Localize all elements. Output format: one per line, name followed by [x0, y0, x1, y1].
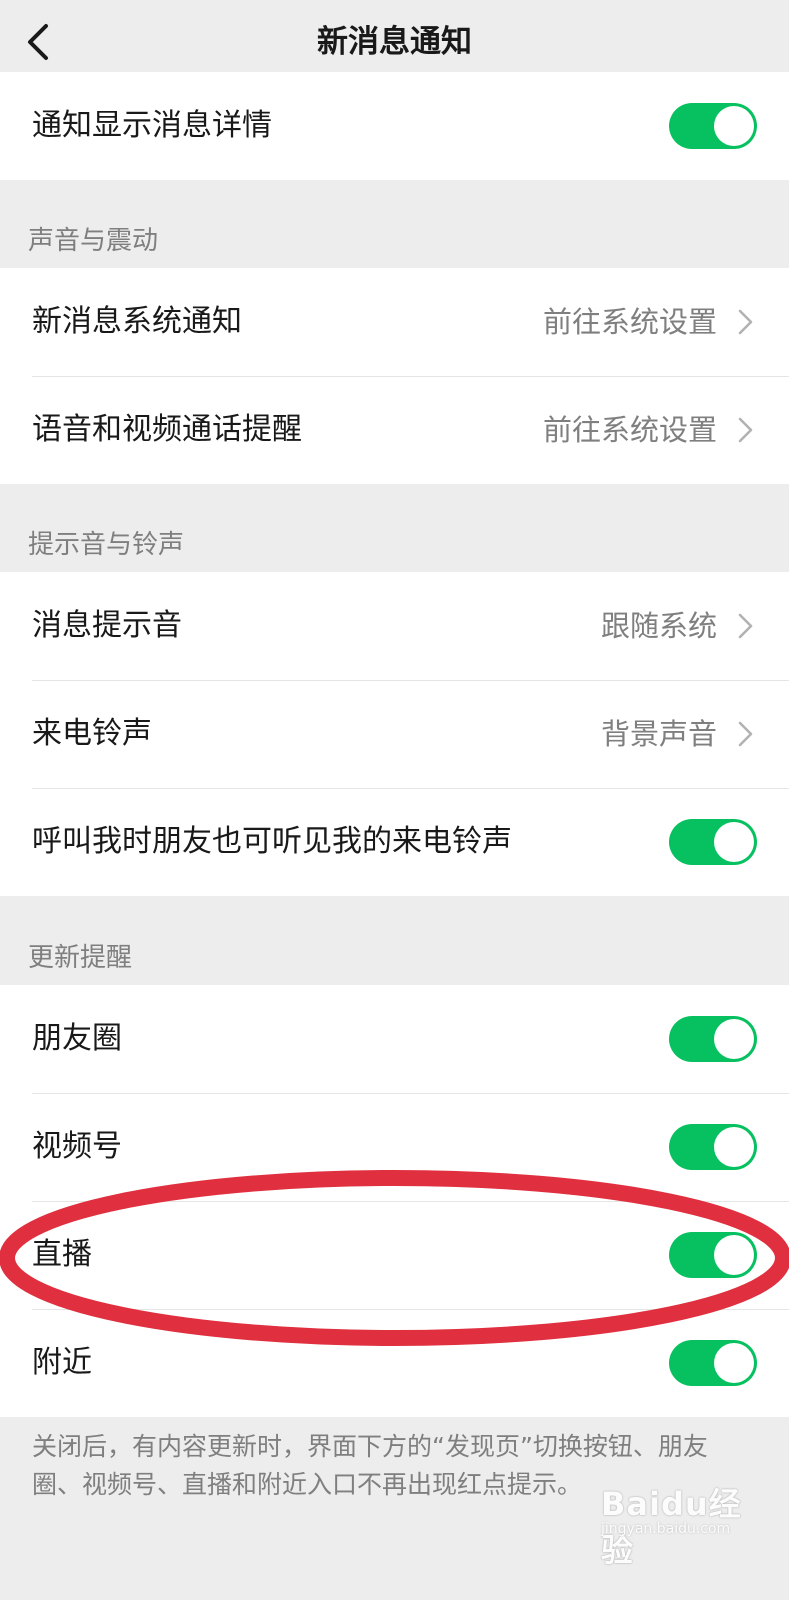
live-toggle[interactable] — [669, 1232, 757, 1278]
list-item-ringback: 呼叫我时朋友也可听见我的来电铃声 — [0, 788, 789, 896]
watermark-url: jingyan.baidu.com — [601, 1521, 731, 1537]
row-label: 附近 — [32, 1345, 92, 1380]
row-label: 语音和视频通话提醒 — [32, 412, 302, 447]
list-item-channels: 视频号 — [0, 1093, 789, 1201]
show-details-row: 通知显示消息详情 — [0, 72, 789, 180]
toggle-knob — [714, 1235, 754, 1275]
row-label: 呼叫我时朋友也可听见我的来电铃声 — [32, 824, 512, 859]
list-item-live: 直播 — [0, 1201, 789, 1309]
row-label: 来电铃声 — [32, 716, 152, 751]
row-label: 视频号 — [32, 1129, 122, 1164]
toggle-knob — [714, 822, 754, 862]
ringback-toggle[interactable] — [669, 819, 757, 865]
toggle-knob — [714, 1127, 754, 1167]
sound-vibration-card: 新消息系统通知 前往系统设置 语音和视频通话提醒 前往系统设置 — [0, 268, 789, 484]
toggle-knob — [714, 1343, 754, 1383]
show-details-card: 通知显示消息详情 — [0, 72, 789, 180]
moments-toggle[interactable] — [669, 1016, 757, 1062]
row-value: 前往系统设置 — [542, 305, 717, 339]
nearby-toggle[interactable] — [669, 1340, 757, 1386]
row-label: 消息提示音 — [32, 608, 182, 643]
list-item-ringtone[interactable]: 来电铃声 背景声音 — [0, 680, 789, 788]
chevron-right-icon — [738, 613, 753, 639]
show-details-label: 通知显示消息详情 — [32, 108, 272, 143]
ringtones-card: 消息提示音 跟随系统 来电铃声 背景声音 呼叫我时朋友也可听见我的来电铃声 — [0, 572, 789, 896]
list-item-nearby: 附近 — [0, 1309, 789, 1417]
section-header-ringtones: 提示音与铃声 — [28, 530, 185, 560]
section-header-update-reminders: 更新提醒 — [28, 943, 133, 973]
update-reminders-card: 朋友圈 视频号 直播 附近 — [0, 985, 789, 1417]
list-item-message-tone[interactable]: 消息提示音 跟随系统 — [0, 572, 789, 680]
chevron-right-icon — [738, 721, 753, 747]
list-item-system-notification[interactable]: 新消息系统通知 前往系统设置 — [0, 268, 789, 376]
toggle-knob — [714, 1019, 754, 1059]
section-header-sound-vibration: 声音与震动 — [28, 226, 159, 256]
toggle-knob — [714, 106, 754, 146]
row-value: 前往系统设置 — [542, 413, 717, 447]
chevron-right-icon — [738, 417, 753, 443]
channels-toggle[interactable] — [669, 1124, 757, 1170]
row-label: 新消息系统通知 — [32, 304, 242, 339]
row-label: 朋友圈 — [32, 1021, 122, 1056]
row-label: 直播 — [32, 1237, 92, 1272]
chevron-right-icon — [738, 309, 753, 335]
baidu-watermark: Baidu经验 jingyan.baidu.com — [589, 1475, 749, 1569]
row-value: 背景声音 — [600, 717, 717, 751]
list-item-call-reminder[interactable]: 语音和视频通话提醒 前往系统设置 — [0, 376, 789, 484]
show-details-toggle[interactable] — [669, 103, 757, 149]
row-value: 跟随系统 — [600, 609, 717, 643]
list-item-moments: 朋友圈 — [0, 985, 789, 1093]
